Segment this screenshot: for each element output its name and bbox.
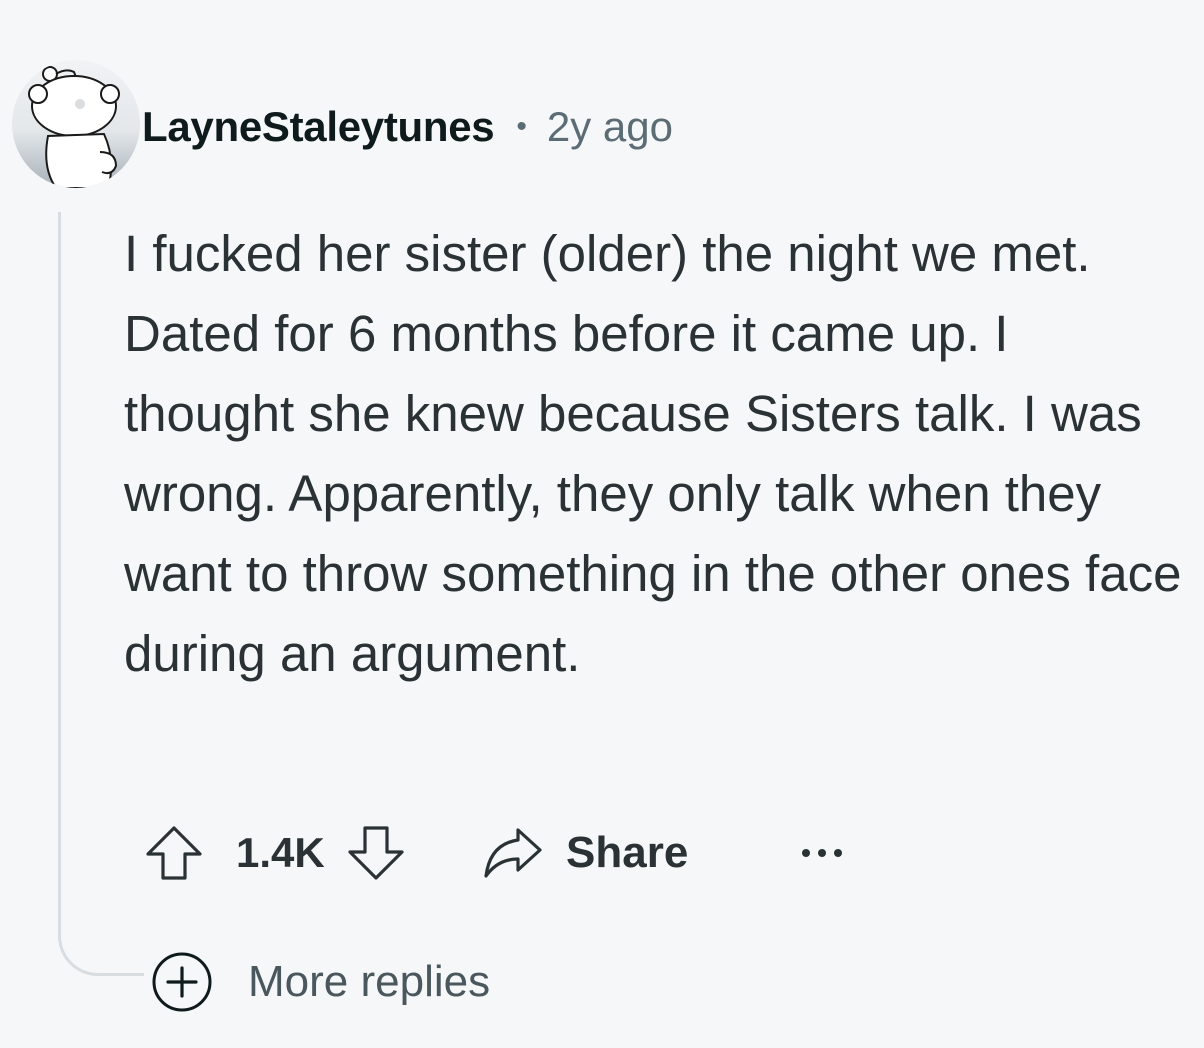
avatar[interactable] xyxy=(12,60,140,188)
share-label: Share xyxy=(566,828,689,877)
snoo-avatar-icon xyxy=(12,60,140,188)
meta-separator: • xyxy=(516,110,527,143)
username[interactable]: LayneStaleytunes xyxy=(142,103,495,151)
comment: LayneStaleytunes • 2y ago I fucked her s… xyxy=(0,0,1204,1048)
action-bar: 1.4K Share xyxy=(138,818,852,888)
plus-circle-icon xyxy=(152,952,212,1012)
comment-header: LayneStaleytunes • 2y ago xyxy=(142,100,673,154)
vote-score: 1.4K xyxy=(236,829,325,876)
share-arrow-icon xyxy=(484,828,542,878)
more-replies-label: More replies xyxy=(248,957,491,1006)
downvote-button[interactable] xyxy=(340,818,412,888)
more-replies-button[interactable]: More replies xyxy=(150,950,490,1014)
ellipsis-icon xyxy=(802,849,843,857)
arrow-up-icon xyxy=(146,826,202,880)
arrow-down-icon xyxy=(348,826,404,880)
overflow-menu-button[interactable] xyxy=(792,818,852,888)
share-button[interactable]: Share xyxy=(482,826,688,880)
comment-body: I fucked her sister (older) the night we… xyxy=(124,225,1182,682)
upvote-button[interactable] xyxy=(138,818,210,888)
timestamp[interactable]: 2y ago xyxy=(547,103,673,151)
